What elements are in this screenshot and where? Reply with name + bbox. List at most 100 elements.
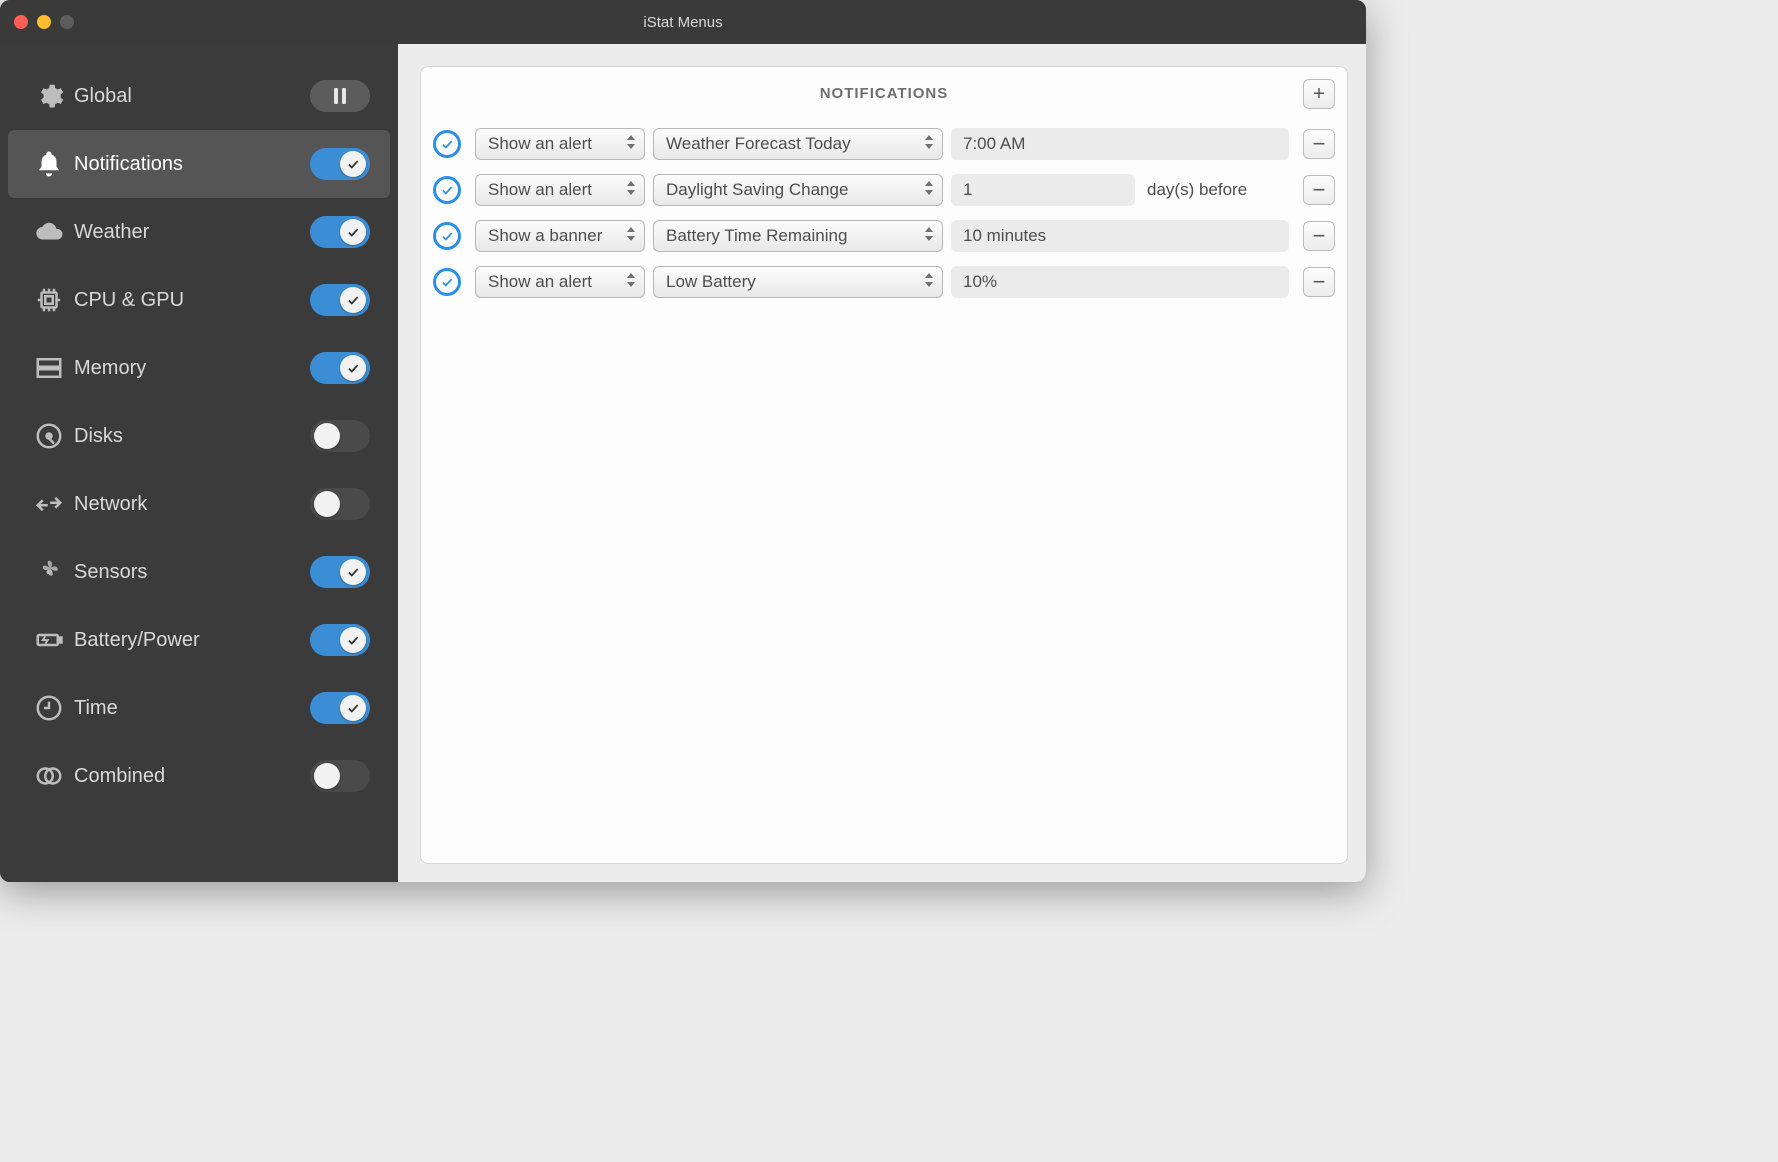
- sidebar-item-label: Weather: [74, 221, 310, 244]
- notification-row: Show a banner Battery Time Remaining 10 …: [433, 213, 1335, 259]
- value-text: 10%: [963, 272, 997, 292]
- sidebar-item-label: Notifications: [74, 153, 310, 176]
- notification-value-field[interactable]: 10 minutes: [951, 220, 1289, 252]
- notification-value-field[interactable]: 10%: [951, 266, 1289, 298]
- network-icon: [34, 489, 74, 519]
- sidebar-item-label: CPU & GPU: [74, 289, 310, 312]
- zoom-window-button[interactable]: [60, 15, 74, 29]
- window-controls: [14, 15, 74, 29]
- dropdown-value: Battery Time Remaining: [666, 226, 847, 246]
- notification-type-dropdown[interactable]: Show an alert: [475, 174, 645, 206]
- clock-icon: [34, 693, 74, 723]
- chevron-updown-icon: [924, 272, 934, 292]
- notification-type-dropdown[interactable]: Show a banner: [475, 220, 645, 252]
- enable-checkbox[interactable]: [433, 176, 461, 204]
- sidebar-item-label: Disks: [74, 425, 310, 448]
- dropdown-value: Low Battery: [666, 272, 756, 292]
- toggle-network[interactable]: [310, 488, 370, 520]
- sidebar-item-notifications[interactable]: Notifications: [8, 130, 390, 198]
- dropdown-value: Show an alert: [488, 134, 592, 154]
- minimize-window-button[interactable]: [37, 15, 51, 29]
- remove-notification-button[interactable]: −: [1303, 267, 1335, 297]
- sidebar-item-battery[interactable]: Battery/Power: [8, 606, 390, 674]
- dropdown-value: Show an alert: [488, 272, 592, 292]
- sidebar-item-label: Global: [74, 85, 310, 108]
- toggle-cpu-gpu[interactable]: [310, 284, 370, 316]
- value-text: 10 minutes: [963, 226, 1046, 246]
- toggle-combined[interactable]: [310, 760, 370, 792]
- titlebar: iStat Menus: [0, 0, 1366, 44]
- add-notification-button[interactable]: +: [1303, 79, 1335, 109]
- value-suffix: day(s) before: [1143, 180, 1251, 200]
- toggle-notifications[interactable]: [310, 148, 370, 180]
- toggle-sensors[interactable]: [310, 556, 370, 588]
- notification-type-dropdown[interactable]: Show an alert: [475, 128, 645, 160]
- sidebar-item-sensors[interactable]: Sensors: [8, 538, 390, 606]
- enable-checkbox[interactable]: [433, 222, 461, 250]
- chevron-updown-icon: [626, 134, 636, 154]
- dropdown-value: Weather Forecast Today: [666, 134, 851, 154]
- bell-icon: [34, 149, 74, 179]
- chip-icon: [34, 285, 74, 315]
- notification-event-dropdown[interactable]: Weather Forecast Today: [653, 128, 943, 160]
- chevron-updown-icon: [924, 134, 934, 154]
- sidebar-item-label: Combined: [74, 765, 310, 788]
- sidebar-item-label: Time: [74, 697, 310, 720]
- notification-event-dropdown[interactable]: Low Battery: [653, 266, 943, 298]
- notification-type-dropdown[interactable]: Show an alert: [475, 266, 645, 298]
- toggle-time[interactable]: [310, 692, 370, 724]
- sidebar-item-cpu-gpu[interactable]: CPU & GPU: [8, 266, 390, 334]
- plus-icon: +: [1313, 83, 1325, 106]
- sidebar-item-combined[interactable]: Combined: [8, 742, 390, 810]
- chevron-updown-icon: [626, 180, 636, 200]
- minus-icon: −: [1313, 131, 1326, 157]
- value-text: 7:00 AM: [963, 134, 1025, 154]
- enable-checkbox[interactable]: [433, 130, 461, 158]
- sidebar-item-label: Battery/Power: [74, 629, 310, 652]
- notification-row: Show an alert Daylight Saving Change 1 d…: [433, 167, 1335, 213]
- notifications-card: NOTIFICATIONS + Show an alert Wea: [420, 66, 1348, 864]
- notification-event-dropdown[interactable]: Daylight Saving Change: [653, 174, 943, 206]
- minus-icon: −: [1313, 269, 1326, 295]
- sidebar-item-global[interactable]: Global: [8, 62, 390, 130]
- notification-row: Show an alert Low Battery 10% −: [433, 259, 1335, 305]
- sidebar-item-disks[interactable]: Disks: [8, 402, 390, 470]
- chevron-updown-icon: [924, 180, 934, 200]
- remove-notification-button[interactable]: −: [1303, 129, 1335, 159]
- notification-value-field[interactable]: 1: [951, 174, 1135, 206]
- remove-notification-button[interactable]: −: [1303, 221, 1335, 251]
- sidebar: Global Notifications: [0, 44, 398, 882]
- sidebar-item-memory[interactable]: Memory: [8, 334, 390, 402]
- toggle-battery[interactable]: [310, 624, 370, 656]
- minus-icon: −: [1313, 223, 1326, 249]
- combined-icon: [34, 761, 74, 791]
- notification-event-dropdown[interactable]: Battery Time Remaining: [653, 220, 943, 252]
- toggle-disks[interactable]: [310, 420, 370, 452]
- sidebar-item-network[interactable]: Network: [8, 470, 390, 538]
- window-title: iStat Menus: [0, 14, 1366, 31]
- disk-icon: [34, 421, 74, 451]
- cloud-icon: [34, 217, 74, 247]
- memory-icon: [34, 353, 74, 383]
- remove-notification-button[interactable]: −: [1303, 175, 1335, 205]
- toggle-memory[interactable]: [310, 352, 370, 384]
- pause-button[interactable]: [310, 80, 370, 112]
- toggle-weather[interactable]: [310, 216, 370, 248]
- window-body: Global Notifications: [0, 44, 1366, 882]
- sidebar-item-label: Network: [74, 493, 310, 516]
- sidebar-item-weather[interactable]: Weather: [8, 198, 390, 266]
- gear-icon: [34, 81, 74, 111]
- value-text: 1: [963, 180, 972, 200]
- battery-icon: [34, 625, 74, 655]
- sidebar-item-time[interactable]: Time: [8, 674, 390, 742]
- main-panel: NOTIFICATIONS + Show an alert Wea: [398, 44, 1366, 882]
- enable-checkbox[interactable]: [433, 268, 461, 296]
- chevron-updown-icon: [626, 226, 636, 246]
- app-window: iStat Menus Global Notifications: [0, 0, 1366, 882]
- dropdown-value: Show an alert: [488, 180, 592, 200]
- sidebar-item-label: Memory: [74, 357, 310, 380]
- close-window-button[interactable]: [14, 15, 28, 29]
- notification-value-field[interactable]: 7:00 AM: [951, 128, 1289, 160]
- chevron-updown-icon: [626, 272, 636, 292]
- fan-icon: [34, 557, 74, 587]
